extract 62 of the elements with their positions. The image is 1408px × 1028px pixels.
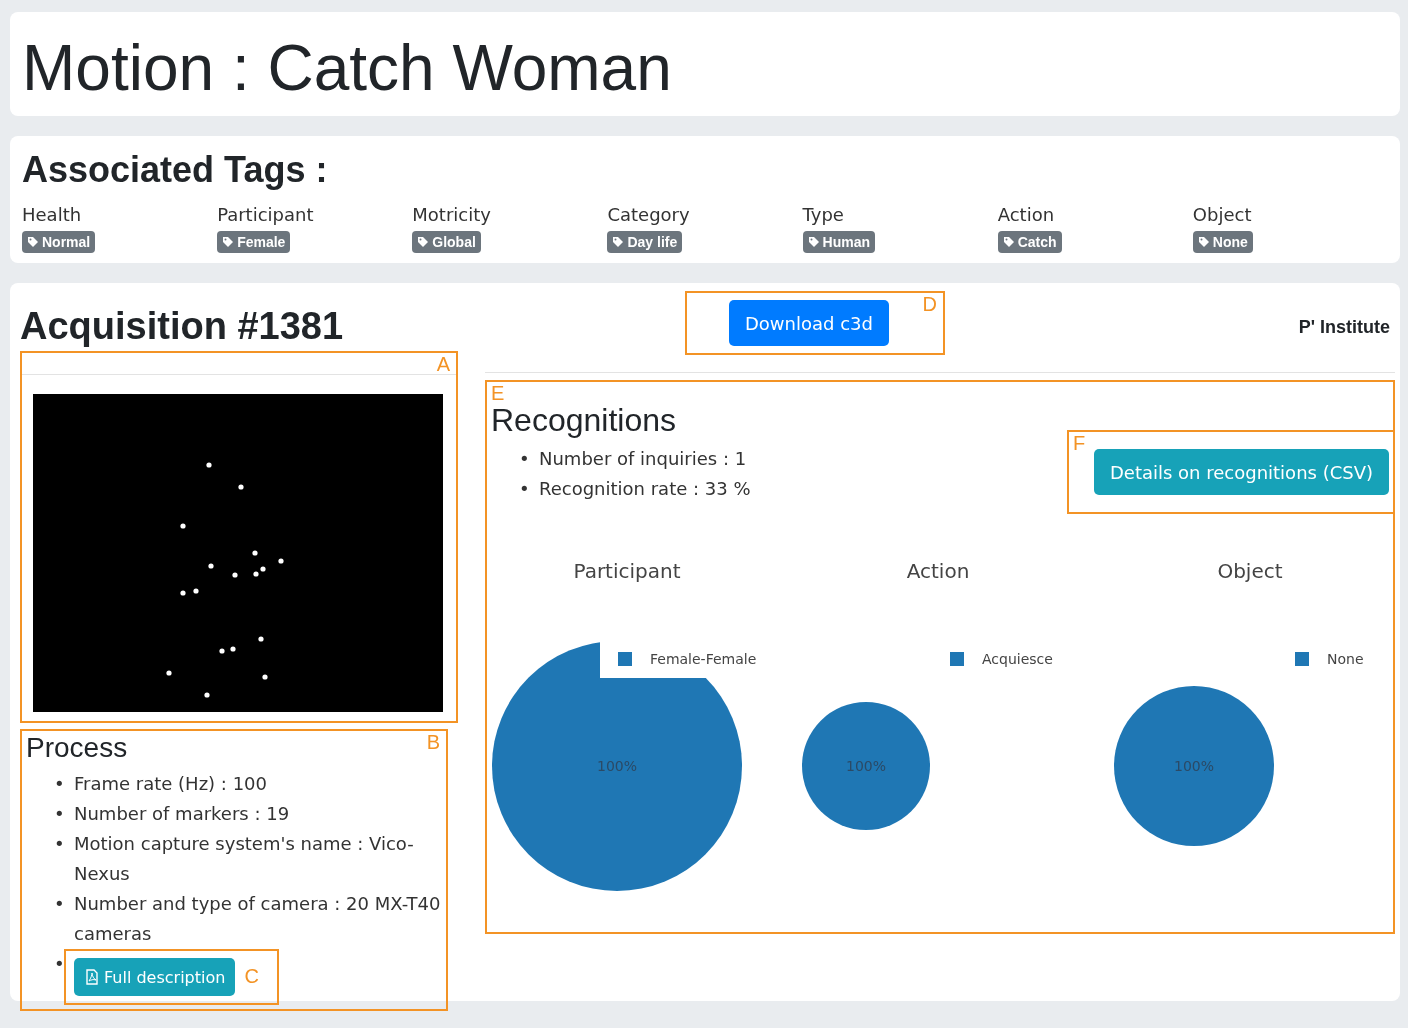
tag-icon — [807, 236, 820, 248]
institute-name: P' Institute — [1298, 317, 1390, 338]
list-item: Number of markers : 19 — [74, 802, 290, 826]
legend-swatch — [950, 652, 964, 666]
legend-label: Female-Female — [650, 651, 757, 667]
tag-icon — [417, 236, 430, 248]
list-item: Frame rate (Hz) : 100 — [74, 772, 267, 796]
tag-label: Motricity — [412, 204, 492, 225]
annotation-letter: F — [1073, 432, 1086, 454]
legend-label: Acquiesce — [982, 651, 1053, 667]
bullet: • — [54, 772, 66, 796]
legend-swatch — [618, 652, 632, 666]
tag-label: Category — [607, 204, 691, 225]
annotation-letter: B — [426, 731, 440, 753]
annotation-letter: E — [491, 382, 505, 404]
tag-badge: Day life — [607, 231, 683, 253]
tag-label: Health — [22, 204, 83, 225]
tag-badge: Female — [217, 231, 291, 253]
tag-badge: Normal — [22, 231, 96, 253]
section-heading: Process — [26, 731, 128, 765]
tag-label: Participant — [217, 204, 315, 225]
legend-swatch — [1295, 652, 1309, 666]
legend-label: None — [1327, 651, 1364, 667]
tag-badge: Catch — [997, 231, 1062, 253]
bullet: • — [54, 892, 66, 916]
bullet: • — [54, 832, 66, 856]
tag-icon — [1197, 236, 1210, 248]
tag-badge: None — [1192, 231, 1253, 253]
csv-details-button[interactable]: Details on recognitions (CSV) — [1093, 449, 1389, 495]
tag-label: Type — [802, 204, 845, 225]
tag-label: Object — [1192, 204, 1253, 225]
chart-title: Participant — [573, 559, 681, 583]
tag-icon — [27, 236, 39, 248]
tag-icon — [222, 236, 235, 248]
download-button[interactable]: Download c3d — [729, 300, 889, 346]
bullet: • — [54, 802, 66, 826]
list-item: Motion capture system's name : Vico-Nexus — [74, 832, 415, 886]
tag-icon — [612, 236, 625, 248]
tag-badge: Human — [802, 231, 875, 253]
full-description-button[interactable]: Full description — [74, 958, 236, 996]
section-heading: Associated Tags : — [22, 148, 329, 192]
page-title: Motion : Catch Woman — [22, 31, 673, 106]
acquisition-title: Acquisition #1381 — [20, 304, 345, 349]
chart-title: Action — [906, 559, 970, 583]
value-label: 100% — [1174, 758, 1214, 774]
list-item: Number of inquiries : 1 — [539, 447, 747, 471]
bullet: • — [519, 477, 531, 501]
list-item: Recognition rate : 33 % — [539, 477, 751, 501]
list-item: Number and type of camera : 20 MX-T40 cameras — [74, 892, 442, 946]
tag-badge: Global — [412, 231, 481, 253]
bullet: • — [54, 952, 66, 976]
bullet: • — [519, 447, 531, 471]
tag-label: Action — [997, 204, 1056, 225]
annotation-letter: D — [922, 293, 937, 315]
value-label: 100% — [597, 758, 637, 774]
tag-icon — [1002, 236, 1015, 248]
chart-title: Object — [1217, 559, 1283, 583]
value-label: 100% — [846, 758, 886, 774]
pdf-file-icon — [84, 969, 100, 985]
annotation-letter: C — [244, 965, 259, 987]
section-heading: Recognitions — [491, 401, 677, 440]
annotation-letter: A — [436, 353, 450, 375]
